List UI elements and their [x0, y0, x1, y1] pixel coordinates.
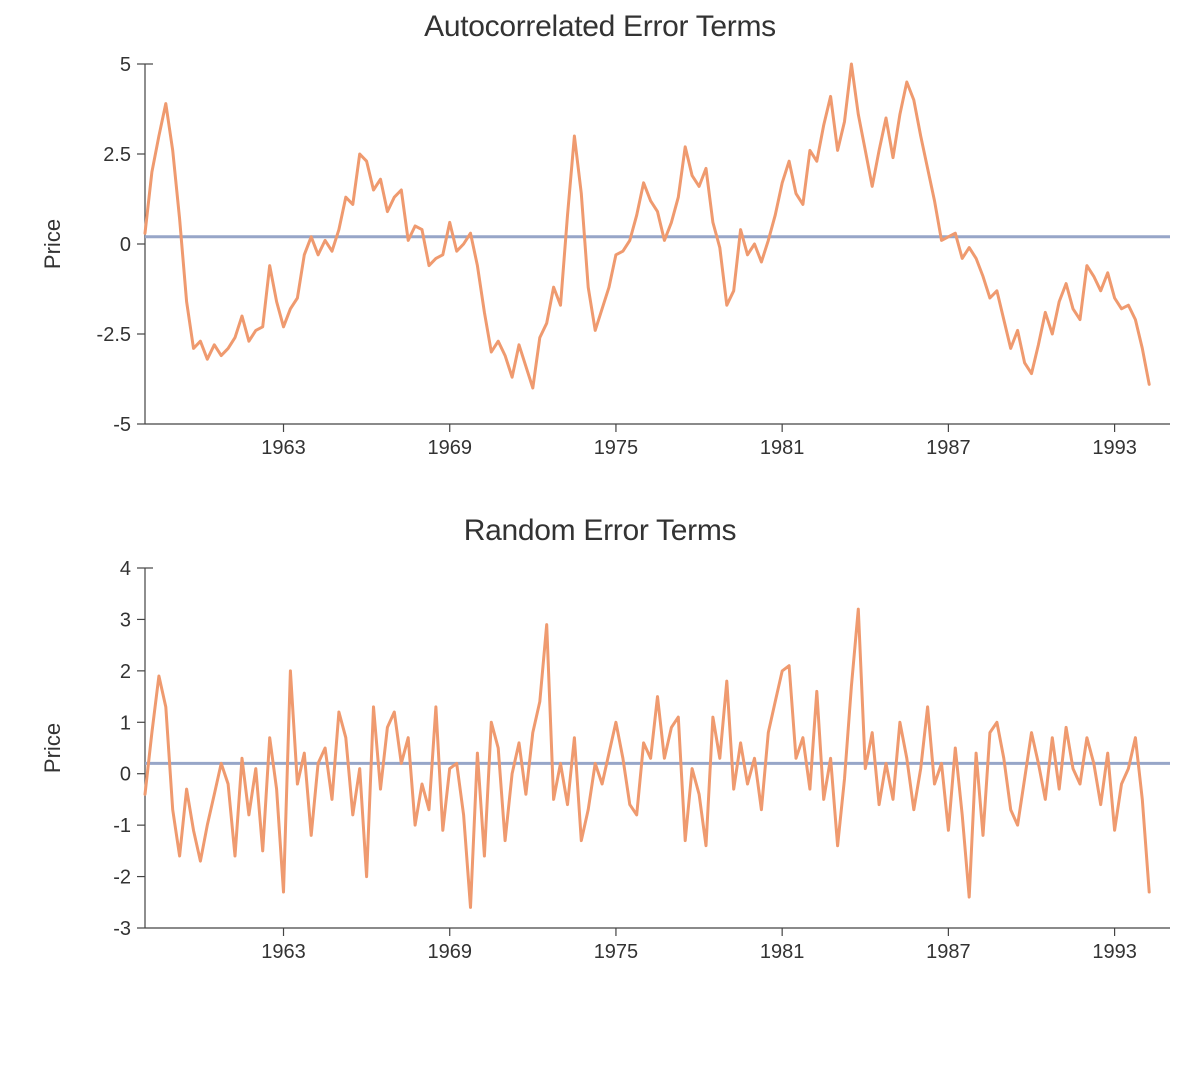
- svg-text:1981: 1981: [760, 941, 805, 963]
- svg-text:2.5: 2.5: [103, 144, 131, 166]
- svg-text:-2: -2: [113, 867, 131, 889]
- svg-text:1969: 1969: [427, 437, 472, 459]
- chart-svg-2: -3 -2 -1 0 1 2 3 4 Price 1963 1969 1975 1981 1987 1993: [0, 548, 1200, 978]
- svg-text:-5: -5: [113, 414, 131, 436]
- chart-autocorrelated: Autocorrelated Error Terms -5 -2.5 0 2.5 5 Pr…: [0, 0, 1200, 474]
- svg-text:0: 0: [120, 234, 131, 256]
- chart-title-2: Random Error Terms: [0, 514, 1200, 548]
- svg-text:-1: -1: [113, 815, 131, 837]
- svg-text:1963: 1963: [261, 941, 306, 963]
- svg-text:1: 1: [120, 712, 131, 734]
- chart-random: Random Error Terms -3 -2 -1 0 1 2 3 4 Price 1963 1…: [0, 474, 1200, 978]
- svg-text:5: 5: [120, 54, 131, 76]
- svg-text:Price: Price: [40, 723, 65, 773]
- svg-text:4: 4: [120, 558, 131, 580]
- chart-title-1: Autocorrelated Error Terms: [0, 10, 1200, 44]
- svg-text:Price: Price: [40, 219, 65, 269]
- svg-text:0: 0: [120, 764, 131, 786]
- svg-text:1963: 1963: [261, 437, 306, 459]
- svg-text:1975: 1975: [594, 941, 639, 963]
- chart-svg-1: -5 -2.5 0 2.5 5 Price 1963 1969 1975 1981 1987 1993: [0, 44, 1200, 474]
- svg-text:-3: -3: [113, 918, 131, 940]
- svg-text:1993: 1993: [1092, 941, 1137, 963]
- svg-text:1969: 1969: [427, 941, 472, 963]
- svg-text:1987: 1987: [926, 941, 971, 963]
- svg-text:1993: 1993: [1092, 437, 1137, 459]
- svg-text:3: 3: [120, 609, 131, 631]
- svg-text:1981: 1981: [760, 437, 805, 459]
- svg-text:1987: 1987: [926, 437, 971, 459]
- svg-text:1975: 1975: [594, 437, 639, 459]
- svg-text:2: 2: [120, 661, 131, 683]
- svg-text:-2.5: -2.5: [97, 324, 131, 346]
